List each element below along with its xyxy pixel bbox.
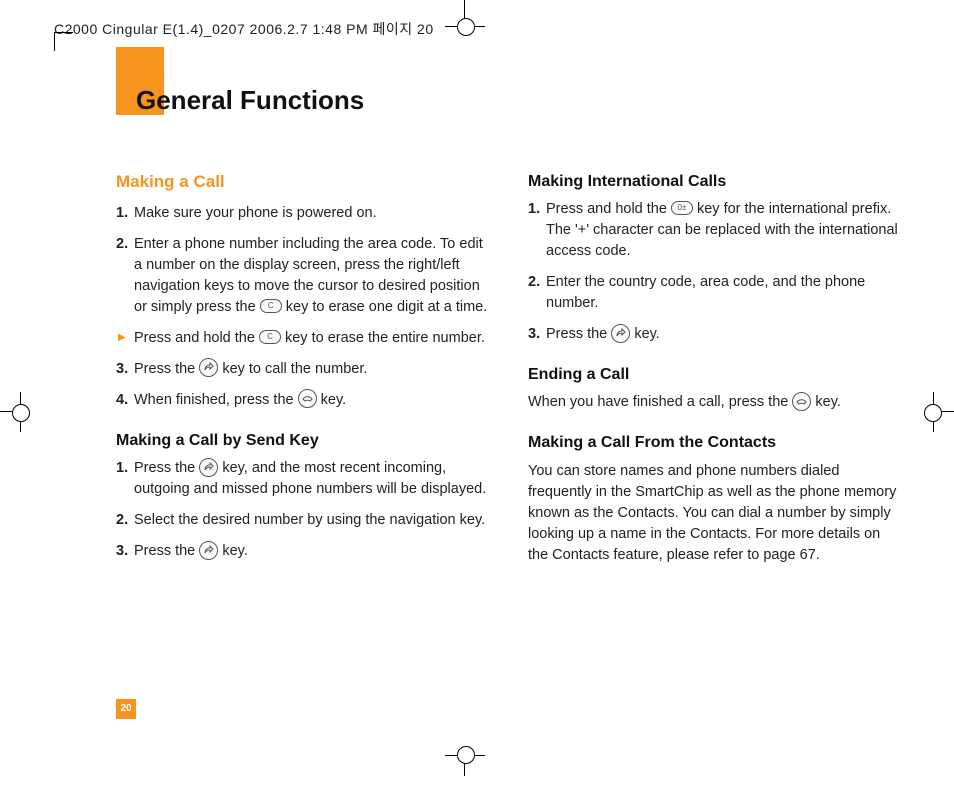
- heading-contacts: Making a Call From the Contacts: [528, 431, 904, 454]
- step-text: Make sure your phone is powered on.: [134, 205, 377, 221]
- page-number: 20: [116, 699, 136, 719]
- end-key-icon: [298, 389, 317, 408]
- sendkey-step-2: 2. Select the desired number by using th…: [116, 510, 492, 531]
- intl-step-1: 1. Press and hold the 0± key for the int…: [528, 199, 904, 262]
- send-key-icon: [199, 358, 218, 377]
- bullet-text: key to erase the entire number.: [285, 330, 485, 346]
- step-number: 1.: [116, 458, 128, 479]
- send-key-icon: [199, 458, 218, 477]
- step-text: Press the: [546, 326, 611, 342]
- step-text: key.: [321, 392, 347, 408]
- bullet-erase-all: Press and hold the C key to erase the en…: [116, 328, 492, 349]
- crop-corner-icon: [54, 32, 73, 51]
- step-text: Select the desired number by using the n…: [134, 512, 485, 528]
- left-column: Making a Call 1. Make sure your phone is…: [116, 170, 492, 576]
- step-number: 1.: [528, 199, 540, 220]
- step-number: 1.: [116, 203, 128, 224]
- step-text: key to call the number.: [222, 361, 367, 377]
- step-text: key to erase one digit at a time.: [286, 299, 488, 315]
- clear-key-icon: C: [259, 330, 281, 344]
- print-header-slug: C2000 Cingular E(1.4)_0207 2006.2.7 1:48…: [54, 19, 434, 39]
- step-1: 1. Make sure your phone is powered on.: [116, 203, 492, 224]
- heading-making-a-call: Making a Call: [116, 170, 492, 195]
- step-number: 2.: [116, 234, 128, 255]
- page-title: General Functions: [136, 85, 364, 116]
- step-number: 3.: [116, 359, 128, 380]
- sendkey-step-1: 1. Press the key, and the most recent in…: [116, 458, 492, 500]
- step-text: Enter the country code, area code, and t…: [546, 274, 865, 311]
- step-text: Press the: [134, 460, 199, 476]
- para-text: key.: [815, 394, 841, 410]
- heading-international: Making International Calls: [528, 170, 904, 193]
- crop-mark-bottom-icon: [445, 746, 485, 776]
- crop-mark-right-icon: [924, 392, 954, 432]
- step-number: 4.: [116, 390, 128, 411]
- ending-call-text: When you have finished a call, press the…: [528, 392, 904, 413]
- step-number: 3.: [116, 541, 128, 562]
- send-key-icon: [199, 541, 218, 560]
- zero-key-icon: 0±: [671, 201, 693, 215]
- step-number: 3.: [528, 324, 540, 345]
- step-text: When finished, press the: [134, 392, 298, 408]
- step-number: 2.: [528, 272, 540, 293]
- right-column: Making International Calls 1. Press and …: [528, 170, 904, 576]
- content-area: Making a Call 1. Make sure your phone is…: [116, 170, 906, 576]
- step-2: 2. Enter a phone number including the ar…: [116, 234, 492, 318]
- crop-mark-top-icon: [445, 0, 485, 30]
- heading-ending-call: Ending a Call: [528, 363, 904, 386]
- sendkey-step-3: 3. Press the key.: [116, 541, 492, 562]
- crop-mark-left-icon: [0, 392, 30, 432]
- step-text: Press the: [134, 543, 199, 559]
- clear-key-icon: C: [260, 299, 282, 313]
- bullet-text: Press and hold the: [134, 330, 259, 346]
- contacts-text: You can store names and phone numbers di…: [528, 461, 904, 566]
- step-text: Press and hold the: [546, 201, 671, 217]
- step-text: key.: [634, 326, 660, 342]
- intl-step-3: 3. Press the key.: [528, 324, 904, 345]
- step-text: Press the: [134, 361, 199, 377]
- step-number: 2.: [116, 510, 128, 531]
- step-text: key.: [222, 543, 248, 559]
- send-key-icon: [611, 324, 630, 343]
- step-4: 4. When finished, press the key.: [116, 390, 492, 411]
- intl-step-2: 2. Enter the country code, area code, an…: [528, 272, 904, 314]
- heading-send-key: Making a Call by Send Key: [116, 429, 492, 452]
- para-text: When you have finished a call, press the: [528, 394, 792, 410]
- end-key-icon: [792, 392, 811, 411]
- step-3: 3. Press the key to call the number.: [116, 359, 492, 380]
